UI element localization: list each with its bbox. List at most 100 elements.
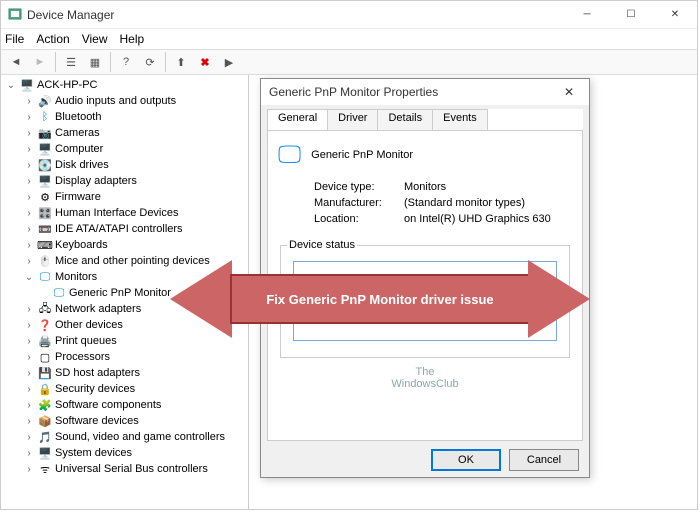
maximize-button[interactable]: ☐ <box>609 1 653 29</box>
dialog-close-button[interactable]: ✕ <box>549 79 589 105</box>
scan-button[interactable]: ⟳ <box>139 51 161 73</box>
expand-icon[interactable]: › <box>23 176 35 187</box>
show-hide-tree-button[interactable]: ☰ <box>60 51 82 73</box>
expand-icon[interactable]: › <box>23 416 35 427</box>
separator <box>165 52 166 72</box>
tab-driver[interactable]: Driver <box>327 109 378 130</box>
tree-item[interactable]: ›⚙Firmware <box>19 189 248 205</box>
expand-icon[interactable]: › <box>23 400 35 411</box>
expand-icon[interactable]: › <box>23 304 35 315</box>
expand-icon[interactable]: › <box>23 320 35 331</box>
update-driver-button[interactable]: ⬆ <box>170 51 192 73</box>
properties-button[interactable]: ▦ <box>84 51 106 73</box>
expand-icon[interactable]: › <box>23 256 35 267</box>
computer-icon: 🖥️ <box>19 77 35 93</box>
cpu-icon: ▢ <box>37 349 53 365</box>
expand-icon[interactable]: › <box>23 336 35 347</box>
window-title: Device Manager <box>25 8 565 22</box>
collapse-icon[interactable]: ⌄ <box>5 80 17 91</box>
monitor-icon: 🖵 <box>37 269 53 285</box>
tree-item[interactable]: ›🖥️Computer <box>19 141 248 157</box>
expand-icon[interactable]: › <box>23 224 35 235</box>
expand-icon[interactable]: › <box>23 384 35 395</box>
expand-icon[interactable]: › <box>23 432 35 443</box>
enable-button[interactable]: ▶ <box>218 51 240 73</box>
tree-item[interactable]: ›🖥️System devices <box>19 445 248 461</box>
tab-content: 🖵 Generic PnP Monitor Device type:Monito… <box>267 131 583 441</box>
tree-root[interactable]: ⌄ 🖥️ ACK-HP-PC <box>1 77 248 93</box>
ide-icon: 📼 <box>37 221 53 237</box>
expand-icon[interactable]: › <box>23 464 35 475</box>
prop-key-type: Device type: <box>314 181 404 193</box>
menu-action[interactable]: Action <box>36 32 69 46</box>
expand-icon[interactable]: › <box>23 352 35 363</box>
dialog-tabs: General Driver Details Events <box>267 109 583 131</box>
prop-val-loc: on Intel(R) UHD Graphics 630 <box>404 213 551 225</box>
tree-item[interactable]: ›🎵Sound, video and game controllers <box>19 429 248 445</box>
firmware-icon: ⚙ <box>37 189 53 205</box>
minimize-button[interactable]: ─ <box>565 1 609 29</box>
tree-item[interactable]: ›ᛒBluetooth <box>19 109 248 125</box>
tree-item-generic-pnp[interactable]: 🖵Generic PnP Monitor <box>19 285 248 301</box>
tree-item[interactable]: ›🎛️Human Interface Devices <box>19 205 248 221</box>
back-button[interactable]: ◄ <box>5 51 27 73</box>
mouse-icon: 🖱️ <box>37 253 53 269</box>
tree-item[interactable]: ›ᯤUniversal Serial Bus controllers <box>19 461 248 477</box>
close-button[interactable]: ✕ <box>653 1 697 29</box>
tree-item[interactable]: ›🔒Security devices <box>19 381 248 397</box>
usb-icon: ᯤ <box>37 461 53 477</box>
menu-view[interactable]: View <box>82 32 108 46</box>
app-icon <box>5 8 25 22</box>
camera-icon: 📷 <box>37 125 53 141</box>
uninstall-button[interactable]: ✖ <box>194 51 216 73</box>
tree-item[interactable]: ›🖥️Display adapters <box>19 173 248 189</box>
forward-button[interactable]: ► <box>29 51 51 73</box>
status-textbox[interactable] <box>293 261 557 341</box>
device-properties: Device type:Monitors Manufacturer:(Stand… <box>314 181 572 225</box>
display-icon: 🖥️ <box>37 173 53 189</box>
tree-item[interactable]: ›📷Cameras <box>19 125 248 141</box>
expand-icon[interactable]: › <box>23 240 35 251</box>
expand-icon[interactable]: › <box>23 160 35 171</box>
other-icon: ❓ <box>37 317 53 333</box>
expand-icon[interactable]: › <box>23 368 35 379</box>
disk-icon: 💽 <box>37 157 53 173</box>
sd-icon: 💾 <box>37 365 53 381</box>
ok-button[interactable]: OK <box>431 449 501 471</box>
tree-item-monitors[interactable]: ⌄🖵Monitors <box>19 269 248 285</box>
tree-item[interactable]: ›💽Disk drives <box>19 157 248 173</box>
help-button[interactable]: ? <box>115 51 137 73</box>
tab-details[interactable]: Details <box>377 109 433 130</box>
tree-item[interactable]: ›📼IDE ATA/ATAPI controllers <box>19 221 248 237</box>
prop-val-mfr: (Standard monitor types) <box>404 197 525 209</box>
prop-key-mfr: Manufacturer: <box>314 197 404 209</box>
monitor-large-icon: 🖵 <box>278 141 301 169</box>
tab-general[interactable]: General <box>267 109 328 130</box>
expand-icon[interactable]: › <box>23 192 35 203</box>
tree-item[interactable]: ›💾SD host adapters <box>19 365 248 381</box>
tab-events[interactable]: Events <box>432 109 488 130</box>
expand-icon[interactable]: › <box>23 128 35 139</box>
expand-icon[interactable]: › <box>23 112 35 123</box>
system-icon: 🖥️ <box>37 445 53 461</box>
audio-icon: 🔊 <box>37 93 53 109</box>
expand-icon[interactable]: › <box>23 96 35 107</box>
menu-help[interactable]: Help <box>120 32 145 46</box>
tree-item[interactable]: ›🧩Software components <box>19 397 248 413</box>
menu-file[interactable]: File <box>5 32 24 46</box>
tree-item[interactable]: ›📦Software devices <box>19 413 248 429</box>
cancel-button[interactable]: Cancel <box>509 449 579 471</box>
tree-item[interactable]: ›⌨Keyboards <box>19 237 248 253</box>
expand-icon[interactable]: › <box>23 208 35 219</box>
tree-item[interactable]: ›🔊Audio inputs and outputs <box>19 93 248 109</box>
tree-item[interactable]: ›▢Processors <box>19 349 248 365</box>
collapse-icon[interactable]: ⌄ <box>23 272 35 283</box>
tree-item[interactable]: ›🖱️Mice and other pointing devices <box>19 253 248 269</box>
expand-icon[interactable]: › <box>23 448 35 459</box>
tree-item[interactable]: ›🖨️Print queues <box>19 333 248 349</box>
device-tree-pane[interactable]: ⌄ 🖥️ ACK-HP-PC ›🔊Audio inputs and output… <box>1 75 249 509</box>
prop-val-type: Monitors <box>404 181 446 193</box>
expand-icon[interactable]: › <box>23 144 35 155</box>
tree-item[interactable]: ›❓Other devices <box>19 317 248 333</box>
tree-item[interactable]: ›🖧Network adapters <box>19 301 248 317</box>
